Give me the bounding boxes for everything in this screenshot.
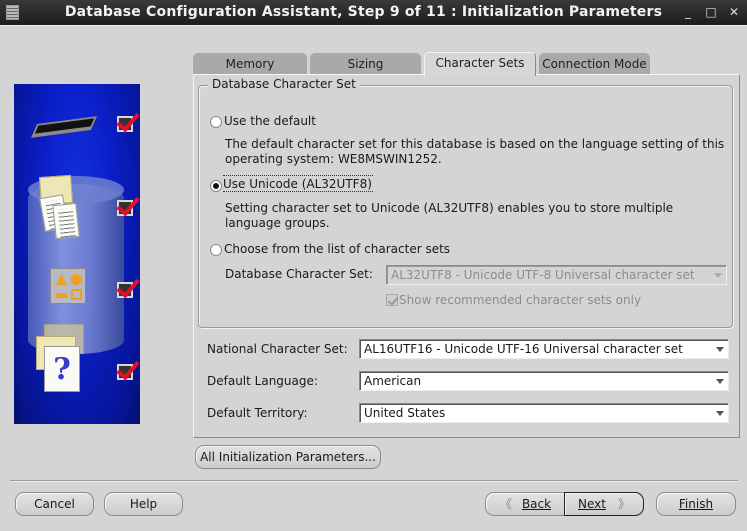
wizard-illustration: ? [14,84,140,424]
tab-connection-mode[interactable]: Connection Mode [539,53,650,75]
back-button[interactable]: 《 Back [485,492,566,516]
database-character-set-value: AL32UTF8 - Unicode UTF-8 Universal chara… [391,268,695,282]
use-unicode-radio[interactable] [210,180,222,192]
national-character-set-select[interactable]: AL16UTF16 - Unicode UTF-16 Universal cha… [359,339,729,359]
use-unicode-label-text: Use Unicode (AL32UTF8) [223,175,373,192]
national-character-set-value: AL16UTF16 - Unicode UTF-16 Universal cha… [364,342,683,356]
use-unicode-description: Setting character set to Unicode (AL32UT… [225,201,674,230]
back-label: Back [521,497,552,511]
use-default-description: The default character set for this datab… [225,137,725,166]
use-unicode-label[interactable]: Use Unicode (AL32UTF8) [223,175,373,192]
step-complete-check-icon [117,364,133,380]
show-recommended-label[interactable]: Show recommended character sets only [399,293,641,307]
next-button[interactable]: Next 》 [564,492,644,516]
choose-from-list-radio[interactable] [210,244,222,256]
tab-character-sets[interactable]: Character Sets [424,52,536,76]
database-character-set-select[interactable]: AL32UTF8 - Unicode UTF-8 Universal chara… [386,265,727,285]
use-default-label[interactable]: Use the default [224,114,316,128]
maximize-button[interactable]: □ [703,4,719,20]
national-character-set-label: National Character Set: [207,342,348,356]
shapes-icon [50,268,86,304]
default-language-label: Default Language: [207,374,318,388]
chevron-down-icon [714,273,722,278]
memory-chip-icon [30,116,98,138]
chevron-down-icon [716,411,724,416]
window-title: Database Configuration Assistant, Step 9… [64,4,663,20]
help-button[interactable]: Help [104,492,183,516]
close-button[interactable]: ✕ [726,4,742,20]
use-default-radio[interactable] [210,116,222,128]
step-complete-check-icon [117,200,133,216]
finish-label: Finish [678,497,714,511]
choose-from-list-label[interactable]: Choose from the list of character sets [224,242,450,256]
tab-memory[interactable]: Memory [193,53,307,75]
next-label: Next [578,497,606,511]
default-language-select[interactable]: American [359,371,729,391]
document-icon [52,202,80,240]
group-legend: Database Character Set [208,77,360,91]
chevron-down-icon [716,379,724,384]
default-territory-label: Default Territory: [207,406,308,420]
minimize-button[interactable]: _ [680,4,696,20]
help-document-icon: ? [44,346,80,392]
divider [0,25,747,26]
window-titlebar: Database Configuration Assistant, Step 9… [0,0,747,25]
default-territory-select[interactable]: United States [359,403,729,423]
default-language-value: American [364,374,422,388]
all-initialization-parameters-button[interactable]: All Initialization Parameters... [195,445,381,469]
step-complete-check-icon [117,282,133,298]
tab-sizing[interactable]: Sizing [310,53,421,75]
cancel-button[interactable]: Cancel [15,492,94,516]
step-complete-check-icon [117,116,133,132]
finish-button[interactable]: Finish [656,492,736,516]
show-recommended-checkbox[interactable] [386,294,398,306]
database-character-set-label: Database Character Set: [225,267,373,281]
next-arrow-icon: 》 [617,497,630,511]
default-territory-value: United States [364,406,446,420]
footer-divider [10,480,738,481]
back-arrow-icon: 《 [499,497,512,511]
chevron-down-icon [716,347,724,352]
